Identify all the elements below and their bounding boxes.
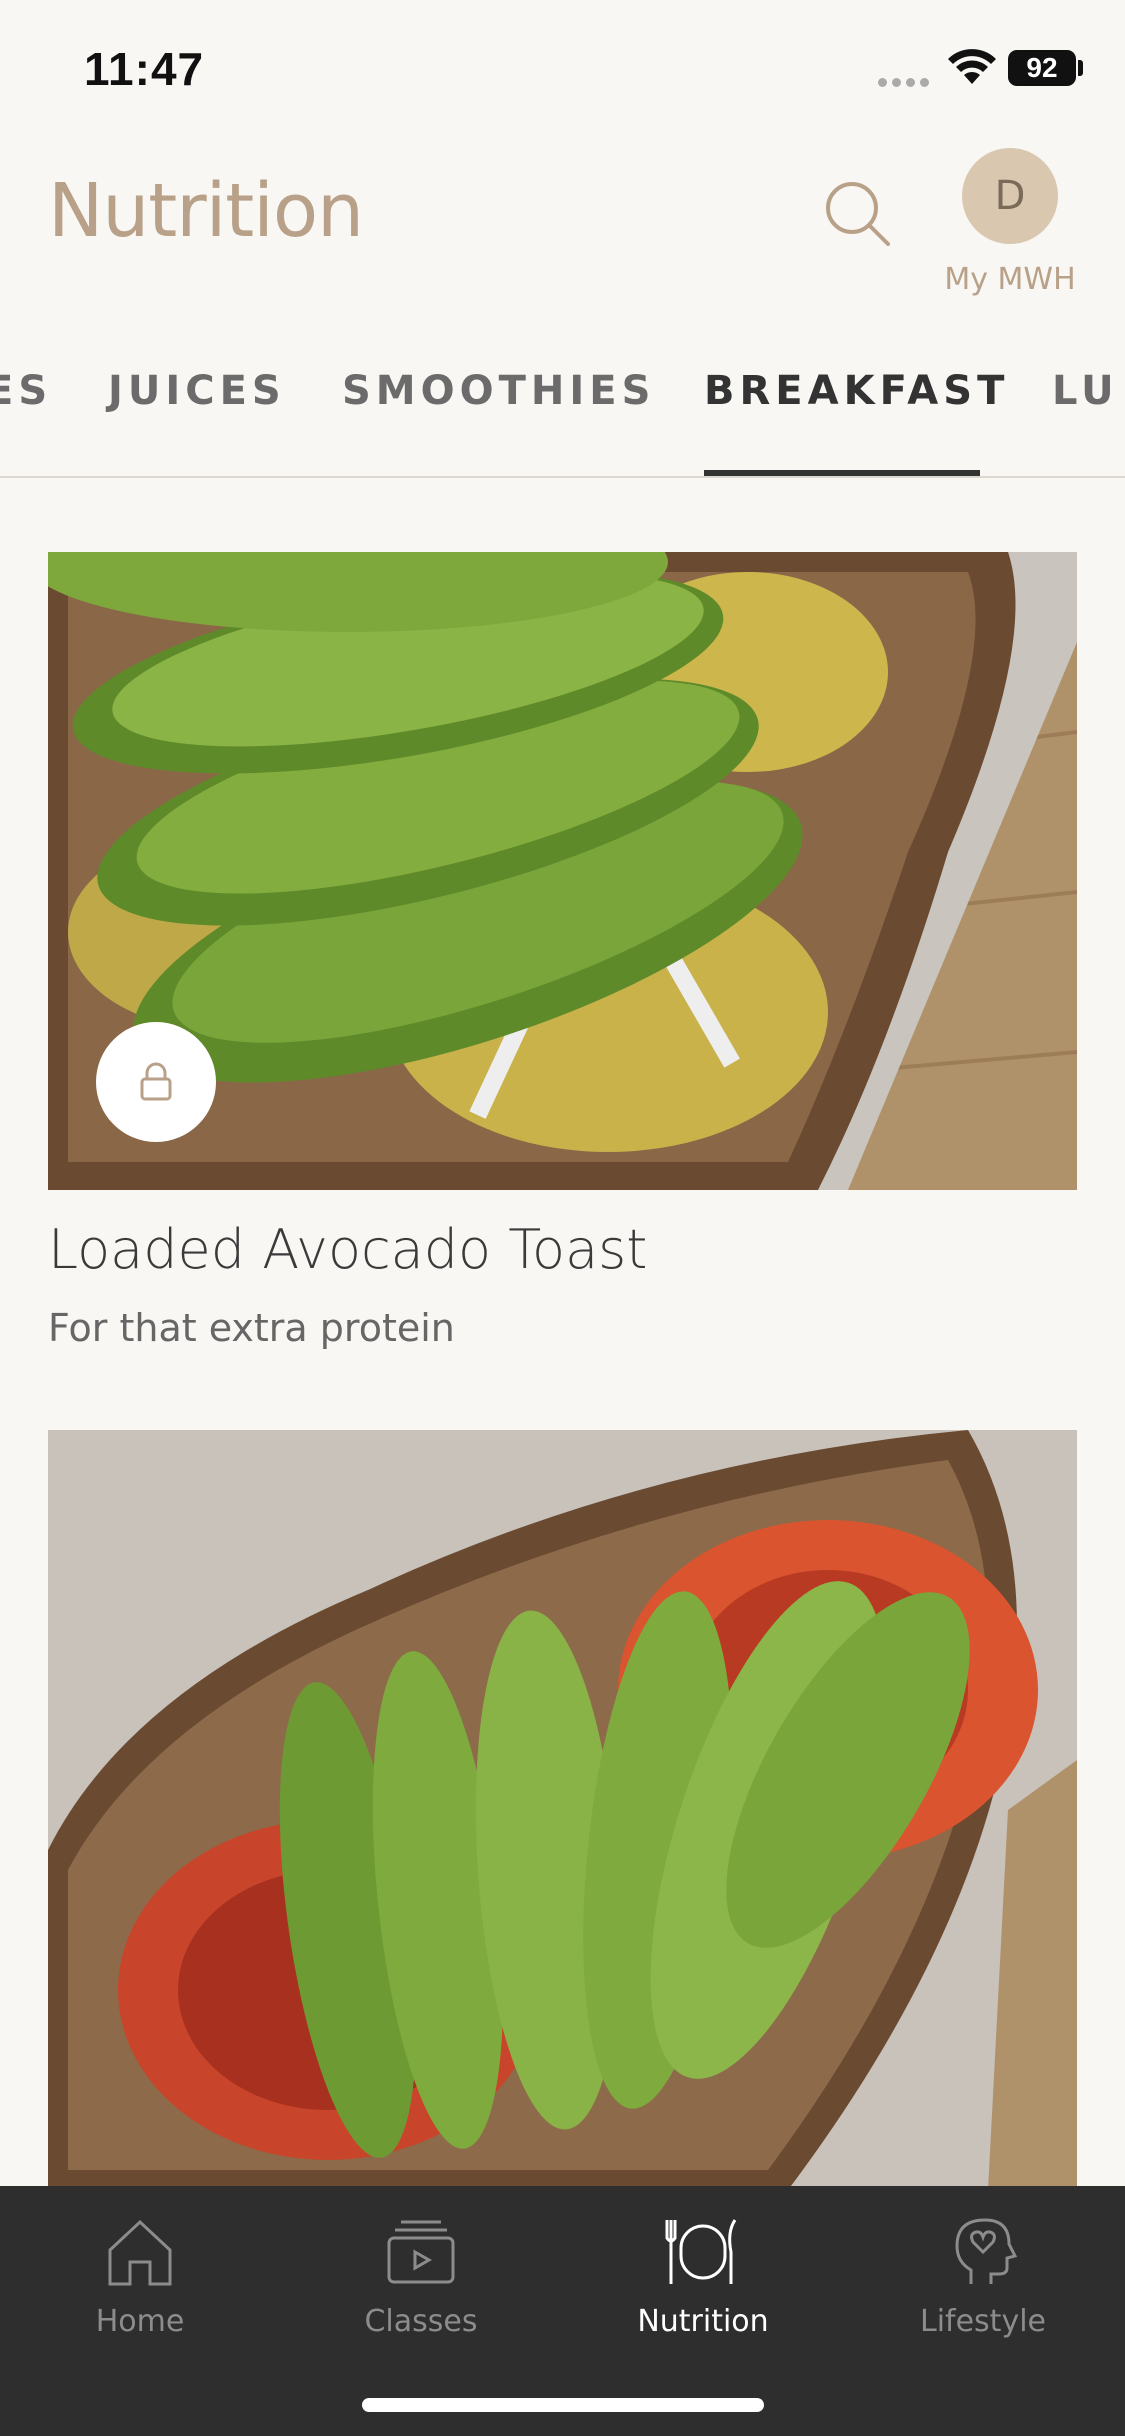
tab-juices[interactable]: JUICES [108, 350, 286, 476]
battery-tip [1078, 60, 1083, 76]
recipe-title[interactable]: Loaded Avocado Toast [48, 1218, 647, 1281]
nav-item-classes[interactable]: Classes [321, 2212, 521, 2339]
nav-label-classes: Classes [364, 2304, 478, 2339]
tab-breakfast[interactable]: BREAKFAST [704, 350, 1009, 476]
signal-icon [878, 74, 934, 87]
lock-icon[interactable] [96, 1022, 216, 1142]
lifestyle-icon [955, 2218, 1018, 2284]
status-bar: 11:47 92 [0, 0, 1125, 140]
recipe-subtitle: For that extra protein [48, 1306, 455, 1350]
nav-label-nutrition: Nutrition [637, 2304, 769, 2339]
tab-previous[interactable]: ES [0, 350, 52, 476]
active-tab-indicator [704, 470, 980, 476]
category-tabs: ES JUICES SMOOTHIES BREAKFAST LU [0, 350, 1125, 478]
search-icon[interactable] [822, 178, 892, 248]
wifi-icon [948, 49, 996, 84]
page-title: Nutrition [48, 168, 364, 254]
nav-label-home: Home [95, 2304, 185, 2339]
tab-lunch[interactable]: LU [1052, 350, 1119, 476]
recipe-image-avocado-tomato-toast[interactable] [48, 1430, 1077, 2190]
nav-item-nutrition[interactable]: Nutrition [603, 2212, 803, 2339]
nav-item-home[interactable]: Home [40, 2212, 240, 2339]
avatar[interactable]: D [962, 148, 1058, 244]
status-time: 11:47 [84, 43, 205, 95]
avatar-label[interactable]: My MWH [930, 262, 1090, 297]
nav-label-lifestyle: Lifestyle [919, 2304, 1046, 2339]
tab-smoothies[interactable]: SMOOTHIES [342, 350, 655, 476]
classes-icon [387, 2220, 455, 2284]
home-indicator [362, 2398, 764, 2412]
nutrition-icon [665, 2219, 737, 2284]
home-icon [108, 2219, 172, 2286]
battery-indicator: 92 [1008, 50, 1076, 86]
nav-item-lifestyle[interactable]: Lifestyle [883, 2212, 1083, 2339]
